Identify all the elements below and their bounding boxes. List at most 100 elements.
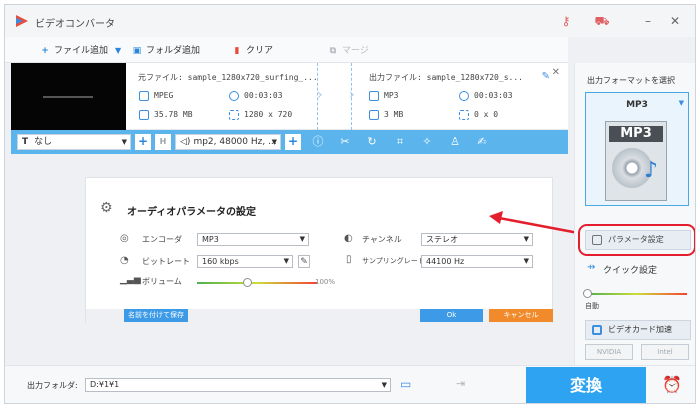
info-icon[interactable]: ⓘ xyxy=(311,135,325,149)
clock-icon xyxy=(459,91,469,101)
volume-percent: 100% xyxy=(315,278,336,286)
cart-icon[interactable]: ⛟ xyxy=(594,13,610,29)
clear-button[interactable]: ▮ クリア xyxy=(231,43,274,59)
bitrate-icon: ◔ xyxy=(120,255,129,266)
edit-icon[interactable]: ✍ xyxy=(475,135,489,149)
cancel-button[interactable]: キャンセル xyxy=(489,309,553,322)
chevron-down-icon: ▼ xyxy=(283,257,289,265)
text-icon: T xyxy=(22,137,29,147)
output-format-label: 出力フォーマットを選択 xyxy=(587,76,675,85)
output-resolution: 0 x 0 xyxy=(474,110,499,119)
open-folder-icon[interactable]: ▭ xyxy=(400,377,411,391)
add-file-dropdown[interactable]: ▼ xyxy=(115,43,121,59)
hard-subtitle-icon[interactable]: H xyxy=(155,134,171,150)
output-folder-input[interactable]: D:¥1¥1 ▼ xyxy=(85,378,391,392)
effects-wand-icon[interactable]: ✧ xyxy=(420,135,434,149)
intel-badge: Intel xyxy=(641,344,689,360)
quick-settings-label: クイック設定 xyxy=(603,266,658,276)
encoder-label: エンコーダ xyxy=(142,235,182,244)
gpu-icon xyxy=(592,325,602,335)
output-duration: 00:03:03 xyxy=(474,91,513,100)
samplerate-label: サンプリングレート xyxy=(362,257,425,265)
encoder-icon: ◎ xyxy=(120,233,129,244)
gpu-acceleration-toggle[interactable]: ビデオカード加速 xyxy=(585,320,691,340)
minimize-button[interactable]: – xyxy=(640,13,656,29)
size-icon xyxy=(369,110,379,120)
encoder-select[interactable]: MP3 ▼ xyxy=(197,233,309,246)
source-size: 35.78 MB xyxy=(154,110,193,119)
resolution-icon xyxy=(229,110,239,120)
audio-track-select[interactable]: ◁) mp2, 48000 Hz, ... ▼ xyxy=(175,134,281,150)
audio-params-dialog: ⚙ オーディオパラメータの設定 ◎ エンコーダ MP3 ▼ ◔ ビットレート 16… xyxy=(85,177,553,324)
channel-label: チャンネル xyxy=(362,235,402,244)
chevron-down-icon: ▼ xyxy=(381,381,387,389)
title-bar: ビデオコンバータ ⚷ ⛟ – ✕ xyxy=(5,5,695,37)
channel-icon: ◐ xyxy=(344,233,353,244)
save-as-button[interactable]: 名前を付けて保存 xyxy=(124,309,188,322)
file-item[interactable]: 元ファイル: sample_1280x720_surfing_... MPEG … xyxy=(11,63,568,130)
chevron-down-icon: ▼ xyxy=(299,235,305,243)
remove-file-icon[interactable]: ✕ xyxy=(552,67,560,78)
scissors-icon[interactable]: ✂ xyxy=(338,135,352,149)
quick-settings-icon: ⇸ xyxy=(587,262,596,273)
watermark-icon[interactable]: ♙ xyxy=(448,135,462,149)
quick-settings-auto: 自動 xyxy=(585,302,599,310)
export-icon[interactable]: ⇥ xyxy=(456,377,465,390)
samplerate-select[interactable]: 44100 Hz ▼ xyxy=(421,255,533,268)
rotate-icon[interactable]: ↻ xyxy=(365,135,379,149)
close-window-button[interactable]: ✕ xyxy=(667,13,683,29)
bottom-bar: 出力フォルダ: D:¥1¥1 ▼ ▭ ⇥ 変換 ⏰ xyxy=(5,365,695,403)
format-icon xyxy=(139,91,149,101)
add-file-button[interactable]: + ファイル追加 xyxy=(39,43,108,59)
volume-slider[interactable] xyxy=(197,282,317,284)
merge-button[interactable]: ⧉ マージ xyxy=(327,43,369,59)
chevron-down-icon: ▼ xyxy=(121,138,127,146)
speaker-icon: ◁) xyxy=(180,137,191,147)
trash-icon: ▮ xyxy=(234,46,240,56)
format-selector[interactable]: MP3 ▼ MP3 ♪ xyxy=(585,92,689,206)
add-folder-button[interactable]: ▣ フォルダ追加 xyxy=(131,43,200,59)
add-audio-button[interactable]: + xyxy=(285,134,301,150)
convert-button[interactable]: 変換 xyxy=(526,367,646,403)
clock-icon xyxy=(229,91,239,101)
volume-label: ボリューム xyxy=(142,277,182,286)
output-file-name: 出力ファイル: sample_1280x720_s... xyxy=(369,73,523,82)
mp3-badge: MP3 xyxy=(609,126,663,142)
chevron-down-icon: ▼ xyxy=(678,99,684,107)
settings-gear-icon: ⚙ xyxy=(100,200,113,216)
folder-plus-icon: ▣ xyxy=(132,46,142,56)
format-icon xyxy=(369,91,379,101)
music-note-icon: ♪ xyxy=(644,158,659,183)
volume-bars-icon: ▁▃▅ xyxy=(120,275,141,285)
app-window: ビデオコンバータ ⚷ ⛟ – ✕ + ファイル追加 ▼ ▣ フォルダ追加 ▮ クリア … xyxy=(4,4,696,404)
quick-settings-slider-handle[interactable] xyxy=(583,289,592,298)
crop-icon[interactable]: ⌗ xyxy=(393,135,407,149)
source-file-name: 元ファイル: sample_1280x720_surfing_... xyxy=(138,73,318,82)
size-icon xyxy=(139,110,149,120)
main-toolbar: + ファイル追加 ▼ ▣ フォルダ追加 ▮ クリア ⧉ マージ xyxy=(5,37,568,63)
plus-icon: + xyxy=(41,46,49,56)
bitrate-select[interactable]: 160 kbps ▼ xyxy=(197,255,293,268)
quick-settings-slider[interactable] xyxy=(587,293,687,295)
resolution-icon xyxy=(459,110,469,120)
annotation-highlight xyxy=(578,224,695,256)
key-icon[interactable]: ⚷ xyxy=(558,13,574,29)
mp3-file-icon: MP3 ♪ xyxy=(605,121,667,201)
chevron-down-icon: ▼ xyxy=(271,138,277,146)
video-thumbnail xyxy=(11,63,126,130)
arrow-right-icon: › xyxy=(349,87,355,103)
output-folder-label: 出力フォルダ: xyxy=(27,381,78,390)
edit-bitrate-icon[interactable]: ✎ xyxy=(298,255,310,268)
alarm-clock-icon[interactable]: ⏰ xyxy=(662,375,682,394)
ok-button[interactable]: Ok xyxy=(420,309,483,322)
subtitle-select[interactable]: T なし ▼ xyxy=(17,134,131,150)
volume-slider-handle[interactable] xyxy=(243,278,253,287)
microphone-icon: ▯ xyxy=(346,254,352,265)
output-format: MP3 xyxy=(384,91,399,100)
add-subtitle-button[interactable]: + xyxy=(135,134,151,150)
arrow-right-icon: › xyxy=(317,87,323,103)
source-format: MPEG xyxy=(154,91,174,100)
source-resolution: 1280 x 720 xyxy=(244,110,293,119)
edit-pencil-icon[interactable]: ✎ xyxy=(542,71,550,82)
merge-icon: ⧉ xyxy=(329,46,337,56)
